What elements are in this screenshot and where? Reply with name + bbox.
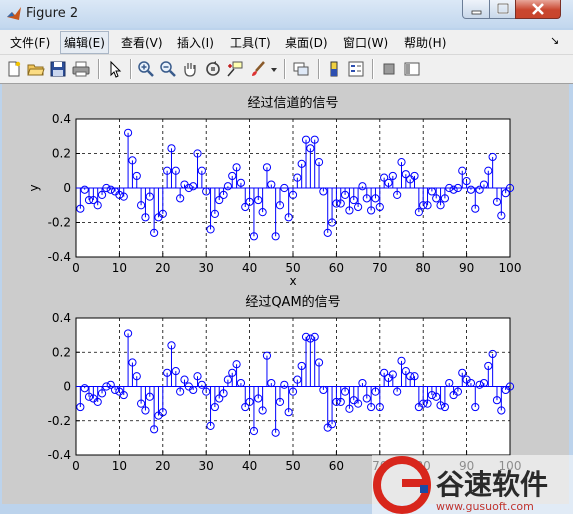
rotate-3d-icon[interactable] (204, 60, 222, 78)
colorbar-icon[interactable] (325, 60, 343, 78)
y-tick-label: 0.2 (52, 147, 71, 161)
plot-title: 经过信道的信号 (247, 95, 338, 111)
save-icon[interactable] (49, 60, 67, 78)
x-tick-label: 90 (459, 261, 474, 275)
x-tick-label: 0 (72, 459, 80, 473)
toolbar-separator (284, 59, 286, 79)
toolbar-separator (318, 59, 320, 79)
figure-canvas: 0 10 20 30 40 50 60 70 80 90 100 0.4 0.2 0 -0.2 -0.4 经过信… (2, 84, 569, 504)
y-axis-label: y (27, 184, 41, 191)
y-tick-label: 0 (63, 380, 71, 394)
x-tick-label: 20 (155, 261, 170, 275)
plot-title: 经过QAM的信号 (245, 294, 340, 310)
menu-tools[interactable]: 工具(T) (230, 34, 271, 51)
toolbar-separator (98, 59, 100, 79)
minimize-button[interactable] (462, 0, 490, 19)
data-cursor-icon[interactable] (226, 60, 244, 78)
x-tick-label: 10 (112, 459, 127, 473)
y-tick-label: 0.4 (52, 112, 71, 126)
window-title: Figure 2 (26, 6, 79, 21)
x-tick-label: 0 (72, 261, 80, 275)
menu-file[interactable]: 文件(F) (10, 34, 50, 51)
show-plot-tools-icon[interactable] (403, 60, 421, 78)
menu-edit[interactable]: 编辑(E) (60, 31, 109, 54)
x-tick-label: 30 (199, 459, 214, 473)
axes-2: 01020304050607080901000.40.20-0.2-0.4经过Q… (48, 294, 522, 473)
x-tick-label: 60 (329, 261, 344, 275)
menu-view[interactable]: 查看(V) (121, 34, 163, 51)
maximize-button[interactable] (489, 0, 516, 19)
close-button[interactable] (515, 0, 561, 19)
menu-window[interactable]: 窗口(W) (343, 34, 388, 51)
menu-desktop[interactable]: 桌面(D) (285, 34, 328, 51)
x-tick-label: 60 (329, 459, 344, 473)
brush-dropdown-icon[interactable] (269, 60, 279, 78)
y-tick-label: 0.4 (52, 311, 71, 325)
new-figure-icon[interactable] (5, 60, 23, 78)
link-plot-icon[interactable] (292, 60, 310, 78)
menu-help[interactable]: 帮助(H) (404, 34, 446, 51)
x-tick-label: 10 (112, 261, 127, 275)
y-tick-label: -0.4 (48, 250, 71, 264)
brush-icon[interactable] (250, 60, 268, 78)
toolbar-separator (372, 59, 374, 79)
x-tick-label: 80 (416, 261, 431, 275)
pan-icon[interactable] (181, 60, 199, 78)
minimize-icon (471, 10, 482, 15)
watermark-brand: 谷速软件 (436, 468, 548, 501)
x-tick-label: 40 (242, 459, 257, 473)
maximize-icon (496, 2, 510, 15)
y-tick-label: 0.2 (52, 345, 71, 359)
figure-window: Figure 2 文件(F) 编辑(E) 查看(V) 插入(I) 工具(T) 桌… (0, 0, 573, 514)
y-tick-label: -0.4 (48, 448, 71, 462)
close-icon (532, 3, 544, 15)
menu-bar: 文件(F) 编辑(E) 查看(V) 插入(I) 工具(T) 桌面(D) 窗口(W… (0, 30, 573, 55)
y-tick-label: -0.2 (48, 414, 71, 428)
axes-1: 0 10 20 30 40 50 60 70 80 90 100 0.4 0.2 0 -0.2 -0.4 经过信… (27, 95, 521, 288)
x-tick-label: 30 (199, 261, 214, 275)
menu-insert[interactable]: 插入(I) (177, 34, 214, 51)
watermark: 谷速软件 www.gusuoft.com (372, 455, 573, 514)
watermark-url: www.gusuoft.com (436, 500, 534, 513)
toolbar-separator (130, 59, 132, 79)
open-file-icon[interactable] (27, 60, 45, 78)
x-tick-label: 20 (155, 459, 170, 473)
figure-toolbar (0, 55, 573, 84)
dock-arrow-icon[interactable]: ↘ (550, 34, 559, 47)
y-tick-label: -0.2 (48, 216, 71, 230)
x-tick-label: 100 (499, 261, 522, 275)
x-tick-label: 50 (285, 261, 300, 275)
hide-plot-tools-icon[interactable] (380, 60, 398, 78)
legend-icon[interactable] (347, 60, 365, 78)
pointer-icon[interactable] (106, 60, 124, 78)
stem-plots: 0 10 20 30 40 50 60 70 80 90 1000.40.20-0.2-0.4经过信… (27, 95, 522, 473)
matlab-icon (7, 7, 21, 20)
title-bar[interactable]: Figure 2 (0, 0, 573, 28)
zoom-out-icon[interactable] (159, 60, 177, 78)
print-icon[interactable] (72, 60, 90, 78)
x-tick-label: 50 (285, 459, 300, 473)
x-tick-label: 70 (372, 261, 387, 275)
y-tick-label: 0 (63, 181, 71, 195)
zoom-in-icon[interactable] (137, 60, 155, 78)
x-axis-label: x (289, 274, 296, 288)
x-tick-label: 40 (242, 261, 257, 275)
